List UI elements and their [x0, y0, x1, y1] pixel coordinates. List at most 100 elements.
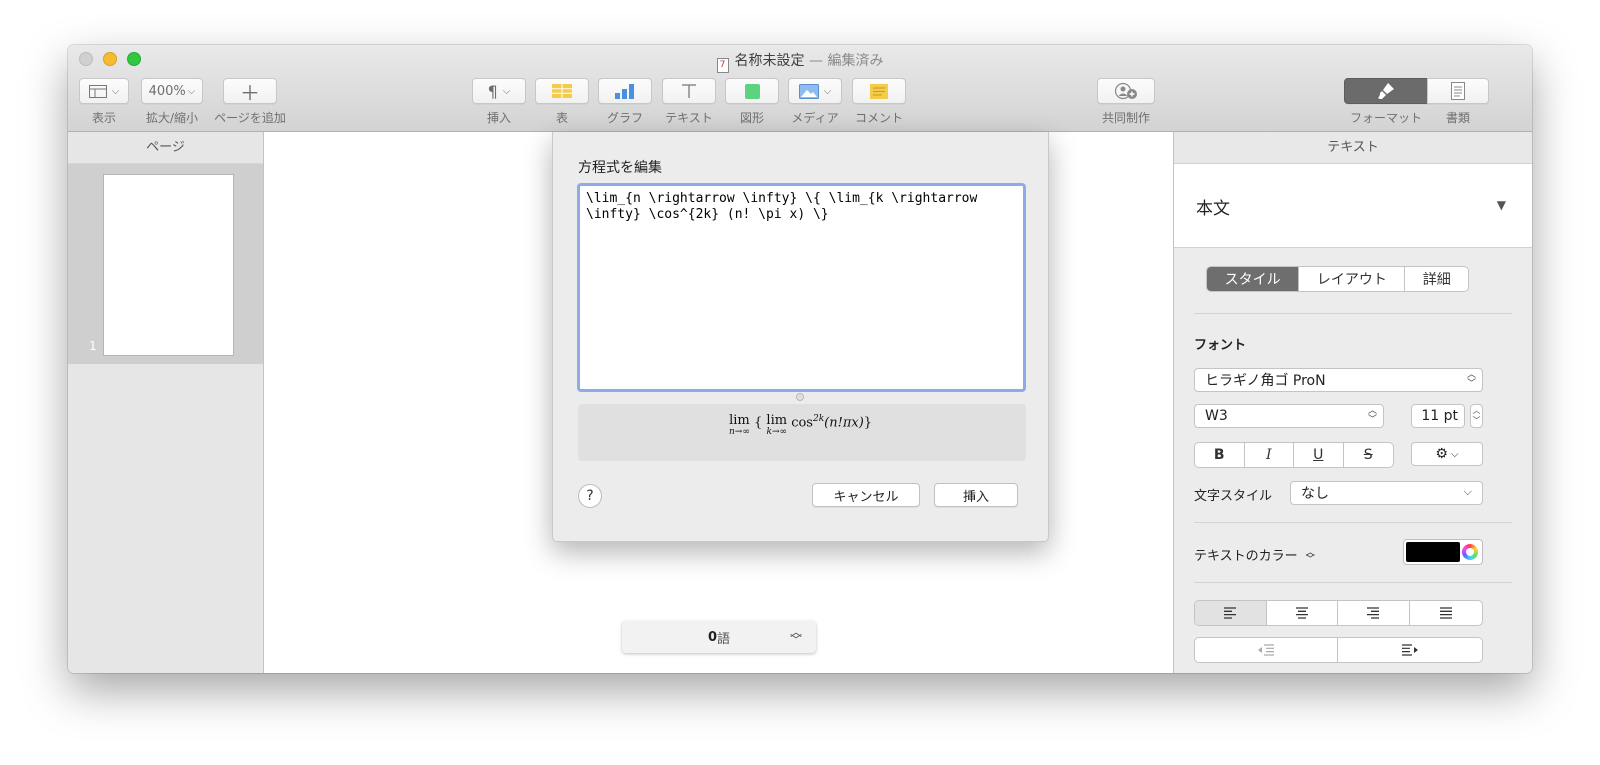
- comment-button[interactable]: [852, 78, 906, 104]
- align-right-button[interactable]: [1338, 601, 1410, 625]
- font-family-popup[interactable]: ヒラギノ角ゴ ProN ︿ ﹀: [1194, 368, 1483, 392]
- pilcrow-icon: ¶: [487, 81, 498, 101]
- rendered-equation: lim n→∞ { lim k→∞ cos2k(n!πx)}: [729, 414, 872, 438]
- increase-indent-button[interactable]: [1338, 638, 1482, 662]
- align-center-button[interactable]: [1267, 601, 1338, 625]
- format-inspector: テキスト 本文 ▼ スタイル レイアウト 詳細 フォント ヒラギノ角ゴ ProN…: [1173, 132, 1532, 673]
- page-thumbnail-selected[interactable]: 1: [68, 164, 263, 364]
- toolbar: 7 名称未設定 — 編集済み ⌵ 表示 400% ⌵ 拡大/縮小 ＋ ページを追加…: [68, 45, 1532, 132]
- shape-icon: [744, 83, 760, 99]
- decrease-indent-icon: [1258, 644, 1274, 656]
- text-icon: [682, 84, 696, 98]
- divider: [1194, 522, 1512, 523]
- insert-button[interactable]: ¶ ⌵: [472, 78, 526, 104]
- align-left-icon: [1224, 607, 1237, 619]
- left-brace: {: [753, 415, 763, 431]
- table-label: 表: [555, 111, 568, 125]
- format-label: フォーマット: [1349, 111, 1422, 125]
- table-icon: [552, 84, 572, 98]
- document-name: 名称未設定: [734, 53, 805, 69]
- zoom-popup[interactable]: 400% ⌵: [141, 78, 203, 104]
- gear-icon: ⚙: [1435, 446, 1448, 462]
- strikethrough-button[interactable]: S: [1344, 443, 1394, 467]
- up-down-chevron-icon: ︿ ﹀: [789, 625, 802, 647]
- bold-icon: B: [1213, 447, 1225, 463]
- sidebar-layout-icon: [88, 84, 107, 98]
- image-icon: [798, 83, 819, 99]
- add-page-button[interactable]: ＋: [223, 78, 277, 105]
- paragraph-style-popup[interactable]: 本文 ▼: [1174, 164, 1532, 248]
- chart-button[interactable]: [598, 78, 652, 104]
- cancel-button[interactable]: キャンセル: [812, 483, 920, 507]
- exponent: 2k: [812, 414, 825, 424]
- text-color-well[interactable]: [1403, 539, 1483, 565]
- view-button[interactable]: ⌵: [79, 78, 129, 104]
- window-title: 7 名称未設定 — 編集済み: [68, 50, 1532, 73]
- dialog-title: 方程式を編集: [578, 160, 662, 176]
- divider: [1194, 582, 1512, 583]
- up-down-chevron-icon: ︿ ﹀: [1305, 547, 1315, 565]
- bold-button[interactable]: B: [1195, 443, 1245, 467]
- shape-button[interactable]: [725, 78, 779, 104]
- tab-style[interactable]: スタイル: [1207, 267, 1300, 291]
- help-button[interactable]: ?: [578, 484, 602, 508]
- increase-indent-icon: [1402, 644, 1418, 656]
- text-button[interactable]: [662, 78, 716, 104]
- edited-status: — 編集済み: [809, 53, 884, 69]
- tab-layout[interactable]: レイアウト: [1299, 267, 1406, 291]
- color-wheel-icon[interactable]: [1462, 544, 1478, 560]
- document-label: 書類: [1445, 111, 1470, 125]
- divider: [1194, 313, 1512, 314]
- char-style-label: 文字スタイル: [1194, 489, 1273, 504]
- right-brace: }: [863, 415, 873, 431]
- format-button[interactable]: [1344, 78, 1428, 104]
- up-down-chevron-icon: ︿ ﹀: [1367, 406, 1377, 425]
- font-size-stepper[interactable]: ︿ ﹀: [1470, 404, 1483, 428]
- lim-operator-inner: lim k→∞: [766, 413, 788, 437]
- resize-handle[interactable]: [796, 393, 804, 401]
- color-swatch: [1406, 542, 1460, 562]
- font-size-value: 11 pt: [1421, 408, 1458, 424]
- text-style-buttons: B I U S: [1194, 442, 1394, 468]
- font-family-value: ヒラギノ角ゴ ProN: [1205, 373, 1326, 389]
- view-label: 表示: [91, 111, 116, 125]
- collaborate-button[interactable]: [1097, 78, 1155, 104]
- align-left-button[interactable]: [1195, 601, 1267, 625]
- font-weight-popup[interactable]: W3 ︿ ﹀: [1194, 404, 1384, 428]
- chevron-down-icon: ⌵: [1450, 448, 1459, 460]
- align-center-icon: [1295, 607, 1308, 619]
- text-color-label[interactable]: テキストのカラー ︿ ﹀: [1194, 545, 1315, 564]
- font-size-field[interactable]: 11 pt: [1411, 404, 1465, 428]
- table-button[interactable]: [535, 78, 589, 104]
- italic-button[interactable]: I: [1245, 443, 1294, 467]
- equation-input[interactable]: \lim_{n \rightarrow \infty} \{ \lim_{k \…: [577, 183, 1026, 392]
- tab-more[interactable]: 詳細: [1405, 267, 1468, 291]
- paragraph-style-name: 本文: [1196, 199, 1230, 219]
- text-color-label-text: テキストのカラー: [1194, 549, 1298, 564]
- char-style-popup[interactable]: なし ⌵: [1290, 481, 1483, 505]
- media-button[interactable]: ⌵: [788, 78, 842, 104]
- strikethrough-icon: S: [1363, 447, 1373, 463]
- decrease-indent-button[interactable]: [1195, 638, 1338, 662]
- page-thumbnail[interactable]: [104, 175, 233, 355]
- inspector-tabs: スタイル レイアウト 詳細: [1206, 266, 1469, 292]
- comment-label: コメント: [854, 111, 903, 125]
- word-count-control[interactable]: 0語 ︿ ﹀: [622, 621, 816, 653]
- text-label: テキスト: [665, 111, 713, 125]
- insert-button[interactable]: 挿入: [934, 483, 1018, 507]
- add-page-label: ページを追加: [214, 111, 286, 125]
- underline-button[interactable]: U: [1294, 443, 1344, 467]
- chart-label: グラフ: [606, 111, 643, 125]
- zoom-label: 拡大/縮小: [145, 111, 199, 125]
- chevron-down-icon: ⌵: [502, 85, 511, 97]
- collaborate-label: 共同制作: [1101, 111, 1150, 125]
- text-options-popup[interactable]: ⚙ ⌵: [1411, 442, 1483, 466]
- document-button[interactable]: [1427, 78, 1489, 104]
- indent-buttons: [1194, 637, 1483, 663]
- justify-button[interactable]: [1410, 601, 1482, 625]
- zoom-value: 400%: [148, 83, 186, 99]
- chevron-down-icon: ⌵: [187, 85, 196, 97]
- media-label: メディア: [791, 111, 839, 125]
- comment-icon: [870, 83, 888, 99]
- edit-equation-dialog: 方程式を編集 \lim_{n \rightarrow \infty} \{ \l…: [552, 132, 1049, 542]
